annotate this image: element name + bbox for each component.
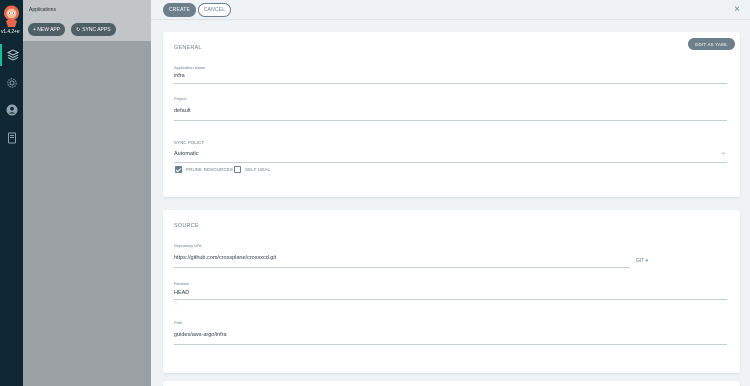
source-heading: SOURCE bbox=[174, 223, 199, 229]
book-icon bbox=[7, 132, 16, 144]
source-card: SOURCE Repository URL https://github.com… bbox=[163, 210, 740, 373]
sync-apps-label: SYNC APPS bbox=[82, 26, 111, 33]
revision-underline bbox=[174, 299, 727, 300]
nav-item-settings[interactable] bbox=[0, 72, 23, 94]
new-app-label: + NEW APP bbox=[33, 26, 61, 33]
self-heal-checkbox[interactable] bbox=[234, 166, 241, 173]
gear-icon bbox=[6, 78, 17, 88]
revision-input[interactable]: HEAD bbox=[174, 290, 189, 296]
chevron-down-icon[interactable]: ⌄ bbox=[721, 149, 726, 156]
app-name-input[interactable]: infra bbox=[174, 73, 185, 79]
caret-down-icon: ▾ bbox=[645, 258, 649, 264]
revision-label: Revision bbox=[174, 281, 190, 286]
general-card: EDIT AS YAML GENERAL Application Name in… bbox=[163, 32, 740, 197]
nav-item-user-info[interactable] bbox=[0, 99, 23, 121]
main-nav: v1.4.2+e bbox=[0, 0, 23, 386]
repo-url-label: Repository URL bbox=[174, 243, 203, 248]
argo-logo-icon[interactable] bbox=[3, 4, 20, 28]
panel-topbar: CREATE CANCEL × bbox=[151, 0, 750, 20]
edit-as-yaml-button[interactable]: EDIT AS YAML bbox=[688, 38, 735, 50]
project-underline bbox=[174, 120, 727, 121]
app-name-label: Application Name bbox=[174, 65, 206, 70]
sync-policy-select[interactable]: Automatic bbox=[174, 151, 198, 157]
app-name-underline bbox=[174, 83, 727, 84]
version-label: v1.4.2+e bbox=[1, 29, 20, 35]
path-underline bbox=[174, 344, 727, 345]
close-icon[interactable]: × bbox=[734, 3, 740, 17]
user-icon bbox=[6, 104, 17, 116]
path-input[interactable]: guides/aws-argo/infra bbox=[174, 332, 227, 338]
self-heal-label: SELF HEAL bbox=[245, 167, 271, 172]
repo-type-dropdown[interactable]: GIT ▾ bbox=[636, 258, 648, 264]
cancel-button[interactable]: CANCEL bbox=[198, 3, 231, 17]
repo-url-input[interactable]: https://github.com/crossplane/crossxcd.g… bbox=[174, 255, 276, 261]
nav-item-applications[interactable] bbox=[0, 44, 23, 66]
project-label: Project bbox=[174, 96, 187, 101]
sync-policy-underline bbox=[174, 162, 727, 163]
revision-hint-icon: ⓘ bbox=[174, 300, 178, 305]
repo-url-underline bbox=[174, 267, 630, 268]
sync-policy-label: SYNC POLICY bbox=[174, 140, 205, 145]
layers-icon bbox=[6, 49, 19, 61]
nav-item-documentation[interactable] bbox=[0, 127, 23, 149]
general-heading: GENERAL bbox=[174, 45, 202, 51]
new-app-button[interactable]: + NEW APP bbox=[28, 23, 66, 36]
sync-apps-button[interactable]: ↻ SYNC APPS bbox=[71, 23, 116, 36]
destination-card bbox=[163, 381, 740, 386]
create-app-panel: CREATE CANCEL × EDIT AS YAML GENERAL App… bbox=[151, 0, 750, 386]
create-button[interactable]: CREATE bbox=[163, 3, 196, 17]
page-title: Applications bbox=[29, 7, 56, 13]
prune-resources-label: PRUNE RESOURCES bbox=[186, 167, 234, 172]
prune-resources-checkbox[interactable] bbox=[175, 166, 182, 173]
path-label: Path bbox=[174, 320, 183, 325]
applications-page-overlay[interactable]: Applications + NEW APP ↻ SYNC APPS bbox=[23, 0, 151, 386]
applications-toolbar: Applications + NEW APP ↻ SYNC APPS bbox=[23, 0, 151, 41]
repo-type-value: GIT bbox=[636, 258, 645, 264]
sync-icon: ↻ bbox=[76, 26, 81, 33]
project-input[interactable]: default bbox=[174, 108, 191, 114]
